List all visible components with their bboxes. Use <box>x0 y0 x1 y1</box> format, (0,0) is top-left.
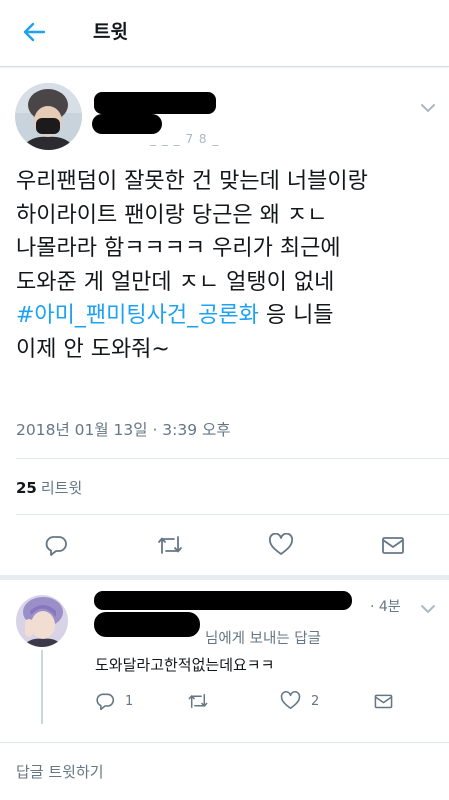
reply-like-button[interactable]: 2 <box>280 689 319 713</box>
section-divider <box>0 575 449 580</box>
reply-author-redacted <box>94 591 352 610</box>
chevron-down-icon <box>421 104 435 113</box>
reply-button[interactable] <box>44 529 68 561</box>
reply-to-handle-redacted <box>94 612 200 637</box>
reply-like-count: 2 <box>311 693 320 709</box>
tweet-line-4: 도와준 게 얼만데 ㅈㄴ 얼탱이 없네 <box>16 269 335 295</box>
divider <box>16 458 449 459</box>
reply-composer-input[interactable]: 답글 트윗하기 <box>16 761 104 782</box>
tweet-timestamp: 2018년 01월 13일 · 3:39 오후 <box>16 421 231 439</box>
reply-reply-count: 1 <box>125 693 134 709</box>
back-button[interactable] <box>16 16 52 48</box>
tweet-line-6: 이제 안 도와줘~ <box>16 336 170 362</box>
author-avatar[interactable] <box>15 83 82 150</box>
tweet-line-3: 나몰라라 함ㅋㅋㅋㅋ 우리가 최근에 <box>16 236 341 261</box>
author-handle-redacted <box>92 114 162 134</box>
reply-menu-caret[interactable] <box>420 599 436 614</box>
like-button[interactable] <box>268 529 294 561</box>
thread-line <box>41 650 43 724</box>
mail-icon <box>382 537 404 554</box>
divider <box>16 514 449 515</box>
tweet-line-1: 우리팬덤이 잘못한 건 맞는데 너블이랑 <box>16 169 368 194</box>
heart-icon <box>280 691 301 710</box>
tweet-line-5-rest: 응 니들 <box>258 303 334 328</box>
reply-author-avatar[interactable] <box>16 595 68 647</box>
tweet-text: 우리팬덤이 잘못한 건 맞는데 너블이랑 하이라이트 팬이랑 당근은 왜 ㅈㄴ … <box>16 165 441 366</box>
reply-time: · 4분 <box>370 599 401 615</box>
back-arrow-icon <box>23 22 46 42</box>
retweet-label: 리트윗 <box>40 479 83 497</box>
heart-icon <box>269 533 293 555</box>
share-button[interactable] <box>380 529 406 561</box>
retweet-icon <box>188 693 208 709</box>
reply-icon <box>96 693 115 711</box>
mail-icon <box>374 694 393 709</box>
top-bar: 트윗 <box>0 0 449 67</box>
reply-to-label: 님에게 보내는 답글 <box>205 631 321 647</box>
divider <box>0 742 449 743</box>
reply-reply-button[interactable]: 1 <box>95 689 133 713</box>
tweet-menu-caret[interactable] <box>420 98 436 113</box>
page-title: 트윗 <box>93 21 128 43</box>
retweet-stats[interactable]: 25 리트윗 <box>16 477 82 498</box>
reply-text: 도와달라고한적없는데요ㅋㅋ <box>95 656 275 674</box>
author-handle-tail: _ _ _ 7 8 _ <box>150 132 220 146</box>
retweet-button[interactable] <box>156 529 184 561</box>
reply-icon <box>45 536 67 556</box>
chevron-down-icon <box>421 605 435 614</box>
retweet-icon <box>158 536 182 554</box>
hashtag-link[interactable]: #아미_팬미팅사건_공론화 <box>16 303 259 328</box>
reply-retweet-button[interactable] <box>187 689 209 713</box>
tweet-line-2: 하이라이트 팬이랑 당근은 왜 ㅈㄴ <box>16 202 328 228</box>
retweet-count: 25 <box>16 479 37 497</box>
author-name-redacted <box>94 92 216 114</box>
reply-share-button[interactable] <box>373 689 394 713</box>
